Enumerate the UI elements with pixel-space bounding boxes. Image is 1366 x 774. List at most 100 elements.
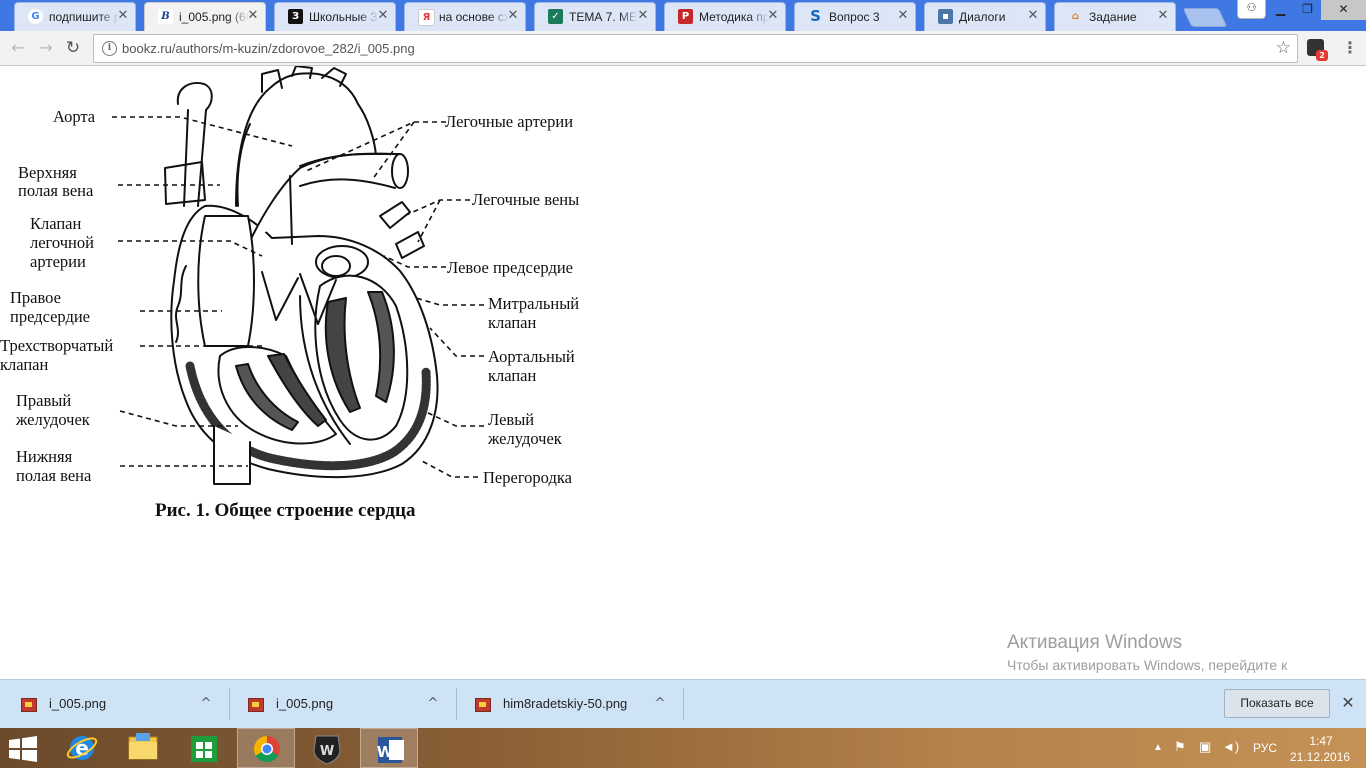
tab-metodika[interactable]: P Методика пр ✕ [658, 2, 792, 31]
tab-dialogi[interactable]: ▪ Диалоги ✕ [918, 2, 1052, 31]
download-filename[interactable]: him8radetskiy-50.png [503, 695, 627, 713]
figure-caption: Рис. 1. Общее строение сердца [155, 500, 416, 521]
downloads-shelf: i_005.png ^ i_005.png ^ him8radetskiy-50… [0, 679, 1366, 728]
tab-close-icon[interactable]: ✕ [506, 8, 520, 24]
label-left-atrium: Левое предсердие [447, 258, 573, 277]
tab-title: Методика пр [699, 8, 769, 26]
label-right-atrium-2: предсердие [10, 307, 91, 326]
tab-school[interactable]: З Школьные З ✕ [268, 2, 402, 31]
action-center-flag-icon[interactable]: ⚑ [1174, 739, 1186, 755]
menu-icon[interactable]: ⋮ [1340, 38, 1360, 58]
windows-start-icon[interactable] [8, 736, 38, 762]
label-superior-vena-cava-1: Верхняя [18, 163, 77, 182]
tab-strip: G подпишите р ✕ B i_005.png (60 ✕ З Школ… [0, 0, 1366, 31]
label-pulmonary-valve-1: Клапан [30, 214, 82, 233]
tab-yandex[interactable]: Я на основе сх ✕ [398, 2, 532, 31]
label-tricuspid-valve-2: клапан [0, 355, 49, 374]
clock-date[interactable]: 21.12.2016 [1284, 749, 1356, 765]
image-viewer: Аорта Легочные артерии Верхняя полая вен… [0, 66, 1366, 679]
address-bar[interactable]: i bookz.ru/authors/m-kuzin/zdorovoe_282/… [93, 34, 1298, 63]
yandex-icon: Я [418, 9, 435, 26]
volume-icon[interactable]: ◄) [1222, 739, 1239, 755]
close-icon[interactable]: ✕ [1339, 693, 1357, 713]
label-mitral-valve-2: клапан [488, 313, 537, 332]
tab-title: подпишите р [49, 8, 119, 26]
checkmark-icon: ✓ [548, 9, 563, 24]
tab-close-icon[interactable]: ✕ [376, 8, 390, 24]
restore-icon[interactable]: ❐ [1294, 0, 1321, 20]
back-arrow-icon[interactable]: ← [8, 38, 28, 58]
windows-activation-watermark: Активация Windows Чтобы активировать Win… [1007, 631, 1307, 679]
tab-title: Диалоги [959, 8, 1029, 26]
tab-zadanie[interactable]: ⌂ Задание ✕ [1048, 2, 1182, 31]
tab-close-icon[interactable]: ✕ [116, 8, 130, 24]
watermark-title: Активация Windows [1007, 632, 1183, 653]
tab-google[interactable]: G подпишите р ✕ [8, 2, 142, 31]
download-item[interactable]: i_005.png ^ [0, 680, 230, 728]
download-item[interactable]: i_005.png ^ [227, 680, 457, 728]
tab-title: ТЕМА 7. МЕТ [569, 8, 639, 26]
label-pulmonary-valve-3: артерии [30, 252, 86, 271]
tab-close-icon[interactable]: ✕ [896, 8, 910, 24]
label-pulmonary-arteries: Легочные артерии [445, 112, 574, 131]
show-all-downloads-button[interactable]: Показать все [1224, 689, 1330, 718]
chevron-up-icon[interactable]: ^ [652, 695, 668, 713]
profile-icon[interactable]: ⚇ [1237, 0, 1266, 19]
tab-vopros3[interactable]: S Вопрос 3 ✕ [788, 2, 922, 31]
tray-chevron-up-icon[interactable]: ▲ [1153, 740, 1163, 756]
minimize-icon[interactable]: ▁ [1267, 0, 1294, 20]
tab-close-icon[interactable]: ✕ [1156, 8, 1170, 24]
internet-explorer-icon[interactable]: e [53, 728, 111, 768]
label-right-atrium-1: Правое [10, 288, 61, 307]
forward-arrow-icon[interactable]: → [36, 38, 56, 58]
bookz-icon: B [158, 9, 173, 24]
school-icon: З [288, 9, 303, 24]
tab-close-icon[interactable]: ✕ [246, 8, 260, 24]
download-item[interactable]: him8radetskiy-50.png ^ [454, 680, 684, 728]
language-indicator[interactable]: РУС [1253, 740, 1277, 756]
tab-title: i_005.png (60 [179, 8, 249, 26]
label-pulmonary-veins: Легочные вены [472, 190, 580, 209]
network-icon[interactable]: ▣ [1199, 739, 1211, 755]
label-right-ventricle-2: желудочек [16, 410, 90, 429]
label-pulmonary-valve-2: легочной [30, 233, 94, 252]
label-aortic-valve-2: клапан [488, 366, 537, 385]
info-icon[interactable]: i [102, 41, 117, 56]
reload-icon[interactable]: ↻ [63, 38, 83, 58]
tab-title: Задание [1089, 8, 1159, 26]
s-icon: S [810, 7, 821, 25]
tab-tema7[interactable]: ✓ ТЕМА 7. МЕТ ✕ [528, 2, 662, 31]
label-right-ventricle-1: Правый [16, 391, 72, 410]
label-tricuspid-valve-1: Трехстворчатый [0, 336, 114, 355]
image-file-icon [475, 698, 491, 712]
tab-bookz[interactable]: B i_005.png (60 ✕ [138, 2, 272, 31]
windows-taskbar: e W W ▲ ⚑ ▣ ◄) РУС 1:47 21.12.2016 [0, 728, 1366, 768]
word-icon[interactable]: W [360, 728, 418, 768]
label-septum: Перегородка [483, 468, 572, 487]
chevron-up-icon[interactable]: ^ [198, 695, 214, 713]
tab-close-icon[interactable]: ✕ [1026, 8, 1040, 24]
label-inferior-vena-cava-1: Нижняя [16, 447, 73, 466]
download-filename[interactable]: i_005.png [49, 695, 106, 713]
p-icon: P [678, 9, 693, 24]
file-explorer-icon[interactable] [114, 728, 172, 768]
tab-title: Вопрос 3 [829, 8, 899, 26]
download-filename[interactable]: i_005.png [276, 695, 333, 713]
svg-text:W: W [320, 744, 334, 759]
bookmark-star-icon[interactable]: ☆ [1276, 37, 1291, 59]
label-left-ventricle-1: Левый [488, 410, 535, 429]
label-aorta: Аорта [53, 107, 96, 126]
new-tab-button[interactable] [1182, 8, 1228, 27]
tab-close-icon[interactable]: ✕ [636, 8, 650, 24]
chevron-up-icon[interactable]: ^ [425, 695, 441, 713]
label-mitral-valve-1: Митральный [488, 294, 580, 313]
world-of-tanks-icon[interactable]: W [298, 728, 356, 768]
image-file-icon [21, 698, 37, 712]
image-file-icon [248, 698, 264, 712]
tab-close-icon[interactable]: ✕ [766, 8, 780, 24]
window-close-icon[interactable]: ✕ [1321, 0, 1366, 20]
clock-time[interactable]: 1:47 [1296, 733, 1346, 749]
store-icon[interactable] [175, 728, 233, 768]
url-text[interactable]: bookz.ru/authors/m-kuzin/zdorovoe_282/i_… [122, 35, 415, 62]
chrome-icon[interactable] [237, 728, 295, 768]
